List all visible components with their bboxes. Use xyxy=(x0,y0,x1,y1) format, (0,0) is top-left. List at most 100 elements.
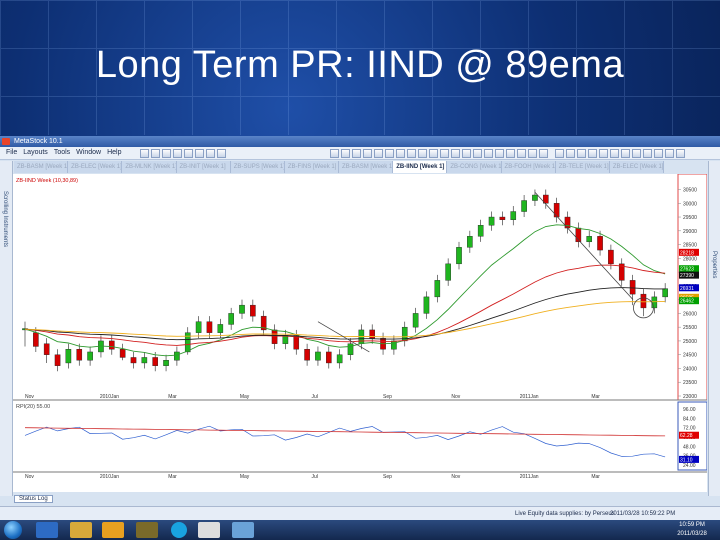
taskbar-app-icon[interactable] xyxy=(136,522,158,538)
toolbar-button-icon[interactable] xyxy=(495,149,504,158)
candle-body xyxy=(65,348,72,364)
toolbar-button-icon[interactable] xyxy=(506,149,515,158)
toolbar-button-icon[interactable] xyxy=(352,149,361,158)
candle-body xyxy=(336,354,343,364)
taskbar-media-icon[interactable] xyxy=(102,522,124,538)
left-side-panel[interactable]: Scrolling Instruments xyxy=(0,161,13,496)
toolbar-button-icon[interactable] xyxy=(621,149,630,158)
toolbar-button-icon[interactable] xyxy=(665,149,674,158)
candle-body xyxy=(412,313,419,328)
toolbar-button-icon[interactable] xyxy=(440,149,449,158)
chart-tab[interactable]: ZB-FINS [Week 1] xyxy=(285,161,340,173)
candle-body xyxy=(54,354,61,366)
taskbar-folder-icon[interactable] xyxy=(70,522,92,538)
x-axis-label: Mar xyxy=(591,394,600,400)
toolbar-button-icon[interactable] xyxy=(418,149,427,158)
chart-tab[interactable]: ZB-BASM [Week 1] xyxy=(339,161,394,173)
tray-clock[interactable]: 10:59 PM 2011/03/28 xyxy=(672,521,712,539)
toolbar-button-icon[interactable] xyxy=(407,149,416,158)
indicator-tick-label: 24.00 xyxy=(683,463,696,469)
x-axis-label: Sep xyxy=(383,474,392,480)
chart-tab[interactable]: ZB-IIND [Week 1] xyxy=(393,161,448,173)
toolbar-button-icon[interactable] xyxy=(195,149,204,158)
x-axis-label: Mar xyxy=(591,474,600,480)
toolbar-button-icon[interactable] xyxy=(462,149,471,158)
start-button-icon[interactable] xyxy=(4,521,22,539)
toolbar-button-icon[interactable] xyxy=(173,149,182,158)
indicator-marker-label: 31.10 xyxy=(680,457,693,463)
chart-tab[interactable]: ZB-ELEC [Week 1] xyxy=(68,161,123,173)
toolbar-button-icon[interactable] xyxy=(517,149,526,158)
x-axis-label: Sep xyxy=(383,394,392,400)
chart-tab[interactable]: ZB-TELE [Week 1] xyxy=(556,161,610,173)
candle-body xyxy=(315,351,321,361)
price-tick-label: 28500 xyxy=(683,243,697,249)
price-tick-label: 24000 xyxy=(683,366,697,372)
toolbar-button-icon[interactable] xyxy=(140,149,149,158)
toolbar-button-icon[interactable] xyxy=(654,149,663,158)
toolbar-button-icon[interactable] xyxy=(206,149,215,158)
toolbar-button-icon[interactable] xyxy=(184,149,193,158)
candle-body xyxy=(141,357,148,364)
price-tick-label: 25000 xyxy=(683,339,697,345)
candle-body xyxy=(456,247,462,265)
toolbar-button-icon[interactable] xyxy=(632,149,641,158)
chart-tab[interactable]: ZB-CONG [Week 1] xyxy=(447,161,502,173)
toolbar-button-icon[interactable] xyxy=(610,149,619,158)
toolbar-button-icon[interactable] xyxy=(566,149,575,158)
chart-svg[interactable]: ZB-IIND Week (10,30,89) RPI(20) 55.00 3050… xyxy=(13,173,708,492)
candle-body xyxy=(206,321,213,333)
toolbar-button-icon[interactable] xyxy=(374,149,383,158)
chart-tab[interactable]: ZB-ELEC [Week 1] xyxy=(610,161,665,173)
toolbar-button-icon[interactable] xyxy=(451,149,460,158)
candle-body xyxy=(326,351,332,364)
toolbar-group-right xyxy=(555,149,685,158)
right-side-panel[interactable]: Properties xyxy=(708,161,720,496)
toolbar-button-icon[interactable] xyxy=(643,149,652,158)
toolbar-button-icon[interactable] xyxy=(341,149,350,158)
taskbar-ie-icon[interactable] xyxy=(36,522,58,538)
toolbar-button-icon[interactable] xyxy=(330,149,339,158)
menu-item-file[interactable]: File xyxy=(6,147,17,159)
chart-tab[interactable]: ZB-BASM [Week 1] xyxy=(14,161,69,173)
toolbar-button-icon[interactable] xyxy=(151,149,160,158)
chart-tab[interactable]: ZB-MLNK [Week 1] xyxy=(122,161,177,173)
menu-item-window[interactable]: Window xyxy=(76,147,101,159)
candle-body xyxy=(304,348,310,361)
candle-body xyxy=(521,200,527,212)
menu-item-help[interactable]: Help xyxy=(107,147,121,159)
toolbar-button-icon[interactable] xyxy=(429,149,438,158)
chart-tab[interactable]: ZB-INIT [Week 1] xyxy=(177,161,231,173)
toolbar-button-icon[interactable] xyxy=(528,149,537,158)
toolbar-button-icon[interactable] xyxy=(396,149,405,158)
price-marker-label: 28218 xyxy=(680,250,694,256)
metastock-window: MetaStock 10.1 File Layouts Tools Window Hel… xyxy=(0,136,720,521)
chart-area[interactable]: ZB-IIND Week (10,30,89) RPI(20) 55.00 3050… xyxy=(13,173,708,492)
candle-body xyxy=(477,225,484,237)
toolbar-button-icon[interactable] xyxy=(484,149,493,158)
taskbar-window-icon[interactable] xyxy=(232,522,254,538)
chart-tab[interactable]: ZB-FOOH [Week 1] xyxy=(502,161,556,173)
toolbar-button-icon[interactable] xyxy=(676,149,685,158)
candle-body xyxy=(510,211,517,220)
toolbar-button-icon[interactable] xyxy=(217,149,226,158)
candle-body xyxy=(640,293,647,309)
taskbar-skype-icon[interactable] xyxy=(171,522,187,538)
toolbar-button-icon[interactable] xyxy=(473,149,482,158)
tray-time: 10:59 PM xyxy=(679,522,705,528)
toolbar-button-icon[interactable] xyxy=(385,149,394,158)
status-log-tab[interactable]: Status Log xyxy=(14,495,53,503)
menu-item-layouts[interactable]: Layouts xyxy=(23,147,48,159)
toolbar-button-icon[interactable] xyxy=(588,149,597,158)
toolbar-button-icon[interactable] xyxy=(539,149,548,158)
toolbar-button-icon[interactable] xyxy=(363,149,372,158)
candle-body xyxy=(662,288,668,298)
chart-tab[interactable]: ZB-SUPS [Week 1] xyxy=(231,161,285,173)
menu-item-tools[interactable]: Tools xyxy=(54,147,70,159)
toolbar-button-icon[interactable] xyxy=(162,149,171,158)
toolbar-button-icon[interactable] xyxy=(577,149,586,158)
toolbar-button-icon[interactable] xyxy=(599,149,608,158)
candle-body xyxy=(43,343,50,355)
toolbar-button-icon[interactable] xyxy=(555,149,564,158)
taskbar-metastock-icon[interactable] xyxy=(198,522,220,538)
